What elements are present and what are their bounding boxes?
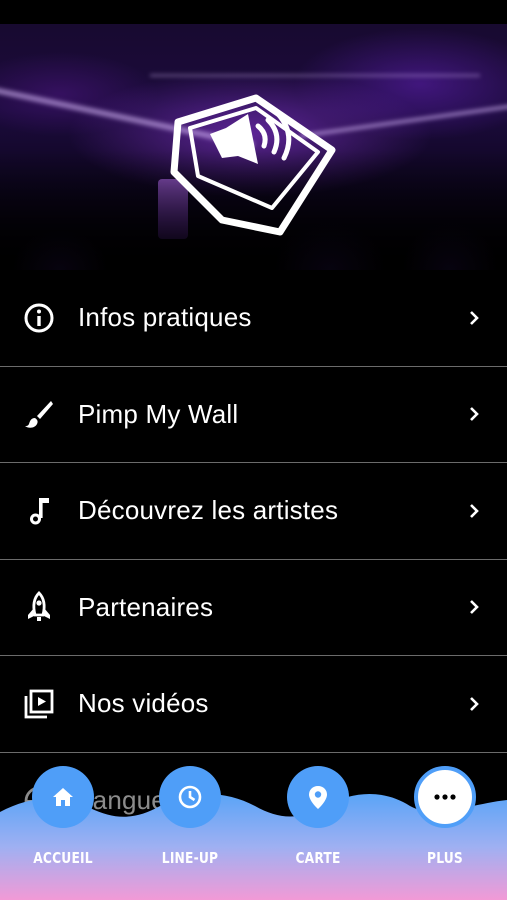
clock-icon [178, 785, 202, 809]
status-bar [0, 0, 507, 24]
hero-banner [0, 24, 507, 270]
menu-item-label: Pimp My Wall [78, 398, 239, 429]
tab-circle [287, 766, 349, 828]
menu-item-decouvrez-artistes[interactable]: Découvrez les artistes [0, 463, 507, 560]
info-circle-icon [22, 301, 56, 335]
chevron-right-icon [470, 696, 479, 711]
more-dots-icon [434, 794, 456, 800]
menu-item-partenaires[interactable]: Partenaires [0, 560, 507, 656]
menu-item-nos-videos[interactable]: Nos vidéos [0, 656, 507, 753]
menu-item-label: Partenaires [78, 591, 214, 622]
tab-label: ACCUEIL [33, 849, 93, 867]
menu-item-infos-pratiques[interactable]: Infos pratiques [0, 270, 507, 367]
chevron-right-icon [470, 310, 479, 325]
chevron-right-icon [470, 503, 479, 518]
home-icon [53, 788, 73, 806]
tab-label: CARTE [295, 849, 341, 867]
rocket-icon [22, 590, 56, 624]
light-beam [150, 74, 480, 77]
tab-circle [159, 766, 221, 828]
chevron-right-icon [470, 407, 479, 422]
bottom-tab-bar: ACCUEIL LINE-UP CARTE PLUS [0, 760, 507, 900]
menu-item-label: Infos pratiques [78, 302, 252, 333]
tab-circle-active [414, 766, 476, 828]
menu-item-pimp-my-wall[interactable]: Pimp My Wall [0, 367, 507, 463]
tab-label: PLUS [427, 849, 463, 867]
tab-circle [32, 766, 94, 828]
app-logo-icon [170, 94, 336, 236]
video-library-icon [22, 687, 56, 721]
tab-label: LINE-UP [161, 849, 219, 867]
music-note-icon [22, 494, 56, 528]
paintbrush-icon [22, 397, 56, 431]
map-pin-icon [309, 786, 327, 809]
menu-item-label: Nos vidéos [78, 688, 209, 719]
menu-item-label: Découvrez les artistes [78, 495, 339, 526]
chevron-right-icon [470, 600, 479, 615]
